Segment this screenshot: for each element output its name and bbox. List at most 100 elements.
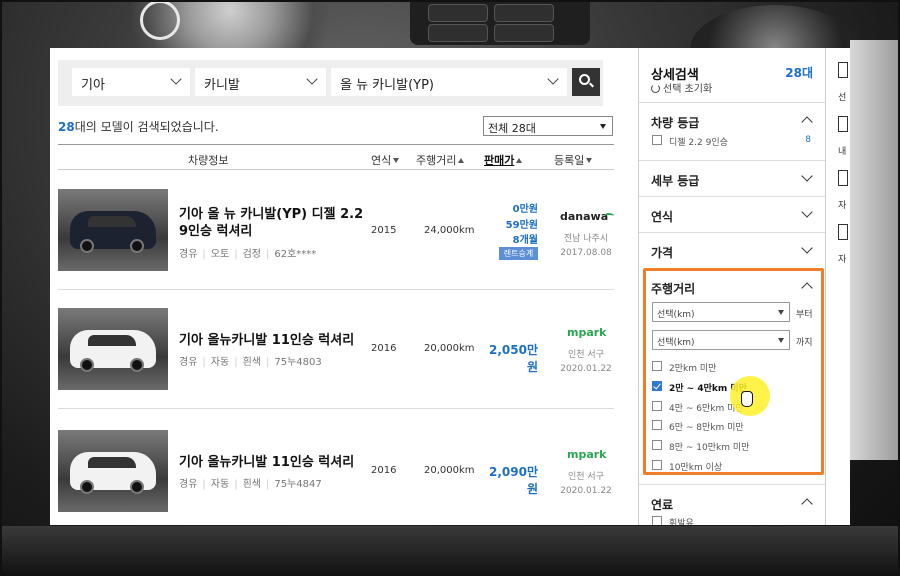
model-select[interactable]: 카니발 — [195, 68, 326, 96]
quick-menu-label: 자 — [838, 201, 847, 211]
listing-location-city: 전남 나주시 — [563, 234, 609, 244]
maker-select[interactable]: 기아 — [72, 68, 190, 96]
table-row[interactable]: 기아 올뉴카니발 11인승 럭셔리 경유 | 자동 | 흰색 | 75누4803 2016 … — [58, 291, 614, 409]
listing-meta: 경유 | 오토 | 검정 | 62호**** — [179, 245, 316, 260]
car-image — [70, 211, 156, 253]
quick-menu-icon[interactable] — [838, 62, 848, 78]
listing-color: 흰색 — [242, 357, 261, 368]
section-price-title: 가격 — [651, 246, 674, 260]
submodel-select[interactable]: 올 뉴 카니발(YP) — [331, 68, 567, 96]
car-image — [70, 330, 156, 372]
web-page-panel: 기아 카니발 올 뉴 카니발(YP) 28대의 모델이 검색되었습니다. 전체 … — [50, 48, 850, 525]
listing-year: 2015 — [371, 225, 397, 236]
reset-label: 선택 초기화 — [663, 84, 713, 95]
section-year[interactable]: 연식 — [639, 196, 825, 232]
dealer-logo-text: danawa — [560, 210, 609, 223]
section-price[interactable]: 가격 — [639, 232, 825, 268]
header-price-label: 판매가 — [484, 154, 515, 167]
listing-location-city: 인천 서구 — [568, 350, 604, 360]
header-year[interactable]: 연식 — [371, 152, 400, 168]
header-mileage[interactable]: 주행거리 — [416, 152, 465, 168]
dealer-logo: mpark — [567, 448, 607, 461]
listing-title[interactable]: 기아 올뉴카니발 11인승 럭셔리 — [179, 454, 379, 471]
listing-location: 인천 서구 2020.01.22 — [556, 348, 616, 376]
swoosh-icon — [604, 213, 614, 219]
dropdown-arrow-icon — [600, 124, 606, 129]
car-wheel — [130, 480, 144, 494]
table-row[interactable]: 기아 올뉴카니발 11인승 럭셔리 경유 | 자동 | 흰색 | 75누4847 2016 … — [58, 410, 614, 525]
table-header: 차량정보 연식 주행거리 판매가 등록일 — [58, 144, 614, 170]
section-grade-title[interactable]: 차량 등급 — [651, 114, 699, 131]
background-dashboard-buttons — [410, 0, 590, 45]
result-count-number: 28 — [58, 120, 75, 134]
listing-fuel: 경유 — [179, 357, 198, 368]
listing-plate: 62호**** — [274, 249, 317, 260]
listing-fuel: 경유 — [179, 249, 198, 260]
car-image — [70, 452, 156, 494]
result-count: 28대의 모델이 검색되었습니다. — [58, 118, 219, 135]
section-subgrade[interactable]: 세부 등급 — [639, 160, 825, 196]
car-thumbnail[interactable] — [58, 189, 168, 271]
car-wheel — [80, 480, 94, 494]
background-button — [428, 24, 488, 42]
listing-year: 2016 — [371, 465, 397, 476]
header-price[interactable]: 판매가 — [484, 152, 523, 168]
chevron-up-icon[interactable] — [801, 498, 813, 510]
quick-menu-icon[interactable] — [838, 170, 848, 186]
header-info: 차량정보 — [188, 154, 229, 167]
search-icon-handle — [589, 82, 594, 88]
listing-price-line1: 0만원 — [512, 204, 538, 215]
listing-price-line2: 59만원 — [505, 220, 538, 231]
background-button — [428, 4, 488, 22]
separator: | — [234, 249, 238, 260]
reset-button[interactable]: 선택 초기화 — [651, 80, 712, 95]
car-wheel — [130, 239, 144, 253]
fuel-checkbox[interactable] — [652, 516, 662, 525]
grade-checkbox[interactable] — [652, 135, 662, 145]
car-thumbnail[interactable] — [58, 308, 168, 390]
rent-badge: 렌트승계 — [499, 247, 538, 260]
chevron-down-icon — [801, 170, 813, 182]
section-grade: 차량 등급 디젤 2.2 9인승 8 — [639, 102, 825, 152]
search-button[interactable] — [572, 68, 600, 96]
section-fuel: 연료 휘발유 — [639, 484, 825, 525]
section-fuel-title[interactable]: 연료 — [651, 496, 673, 513]
header-mileage-label: 주행거리 — [416, 154, 457, 167]
quick-menu-icon[interactable] — [838, 116, 848, 132]
listing-location: 전남 나주시 2017.08.08 — [556, 232, 616, 260]
quick-menu-icon[interactable] — [838, 224, 848, 240]
listing-trans: 자동 — [210, 479, 230, 490]
maker-select-value: 기아 — [81, 78, 105, 93]
chevron-down-icon — [547, 73, 559, 85]
table-row[interactable]: 기아 올 뉴 카니발(YP) 디젤 2.2 9인승 럭셔리 경유 | 오토 | 검정 | 6… — [58, 172, 614, 290]
listing-price: 2,050만원 — [489, 343, 538, 374]
listing-title[interactable]: 기아 올 뉴 카니발(YP) 디젤 2.2 9인승 럭셔리 — [179, 206, 369, 240]
right-quick-menu: 선 내 자 자 — [838, 58, 850, 268]
sort-up-icon — [458, 158, 465, 163]
header-registered-label: 등록일 — [554, 154, 585, 167]
sidebar-count: 28대 — [785, 66, 813, 80]
dealer-logo: danawa — [560, 210, 614, 223]
grade-option-label: 디젤 2.2 9인승 — [669, 138, 728, 148]
listing-meta: 경유 | 자동 | 흰색 | 75누4847 — [179, 475, 322, 490]
fuel-option-label: 휘발유 — [669, 519, 694, 525]
chevron-up-icon[interactable] — [801, 116, 813, 128]
background-button — [494, 24, 554, 42]
background-car-logo — [140, 0, 180, 40]
separator: | — [265, 479, 270, 490]
listing-meta: 경유 | 자동 | 흰색 | 75누4803 — [179, 353, 322, 368]
separator: | — [202, 357, 206, 368]
result-count-text: 대의 모델이 검색되었습니다. — [74, 120, 219, 134]
sort-select[interactable]: 전체 28대 — [483, 116, 613, 136]
car-thumbnail[interactable] — [58, 430, 168, 512]
listing-fuel: 경유 — [179, 479, 198, 490]
separator: | — [265, 357, 270, 368]
listing-km: 24,000km — [424, 225, 475, 236]
listing-trans: 오토 — [210, 249, 230, 260]
listing-color: 흰색 — [242, 479, 261, 490]
listing-color: 검정 — [242, 249, 261, 260]
section-year-title: 연식 — [651, 210, 674, 224]
header-registered[interactable]: 등록일 — [554, 152, 593, 168]
listing-title[interactable]: 기아 올뉴카니발 11인승 럭셔리 — [179, 332, 379, 349]
chevron-down-icon — [801, 206, 813, 218]
